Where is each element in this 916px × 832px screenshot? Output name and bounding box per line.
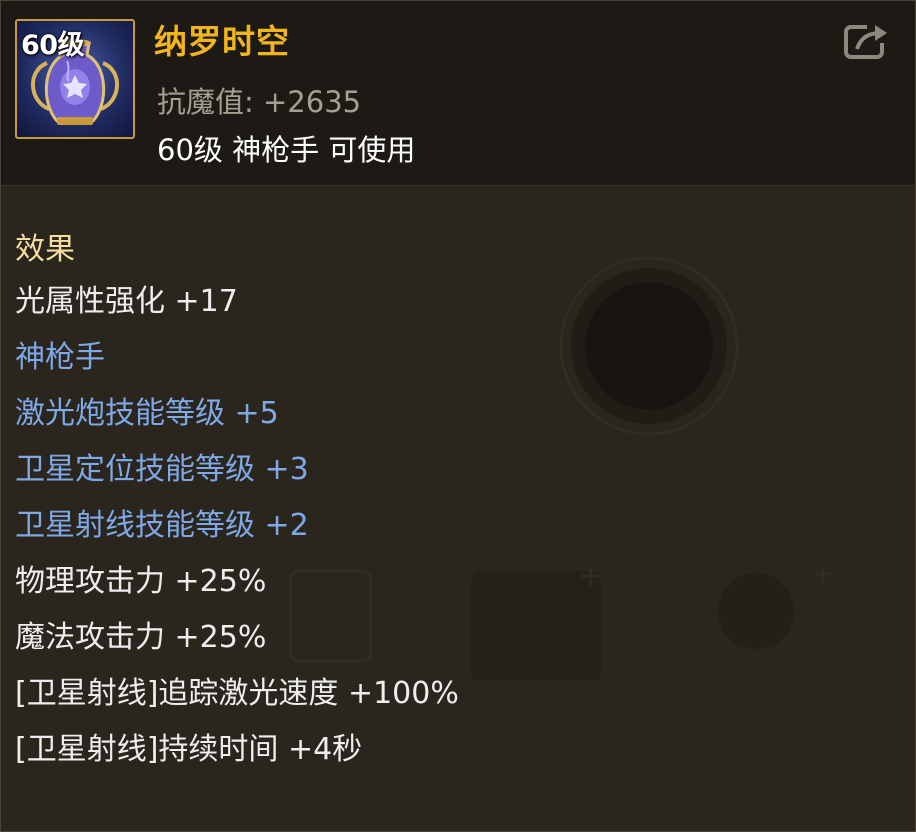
effect-line: 魔法攻击力 +25% (15, 620, 267, 655)
effects-list: 光属性强化 +17 神枪手 激光炮技能等级 +5 卫星定位技能等级 +3 卫星射… (15, 274, 459, 778)
share-button[interactable] (843, 21, 893, 61)
share-icon (844, 21, 893, 59)
effect-line: [卫星射线]持续时间 +4秒 (15, 732, 363, 767)
item-level-badge: 60级 (21, 30, 85, 61)
item-icon: 60级 (15, 19, 135, 139)
item-tooltip: 60级 纳罗时空 抗魔值: +2635 60级 神枪手 可使用 效果 光属性强化… (0, 0, 916, 832)
effect-line: 激光炮技能等级 +5 (15, 396, 279, 431)
tooltip-header: 60级 纳罗时空 抗魔值: +2635 60级 神枪手 可使用 (1, 1, 915, 186)
effect-line: 卫星定位技能等级 +3 (15, 452, 309, 487)
effect-line: 物理攻击力 +25% (15, 564, 267, 599)
item-stat: 抗魔值: +2635 (157, 85, 362, 119)
effect-line: [卫星射线]追踪激光速度 +100% (15, 676, 459, 711)
item-name: 纳罗时空 (154, 22, 290, 61)
effect-line: 光属性强化 +17 (15, 284, 238, 319)
effects-section: 效果 光属性强化 +17 神枪手 激光炮技能等级 +5 卫星定位技能等级 +3 … (1, 186, 915, 767)
effect-line: 神枪手 (15, 340, 105, 375)
effects-title: 效果 (15, 232, 75, 267)
item-requirement: 60级 神枪手 可使用 (157, 133, 416, 167)
effect-line: 卫星射线技能等级 +2 (15, 508, 309, 543)
